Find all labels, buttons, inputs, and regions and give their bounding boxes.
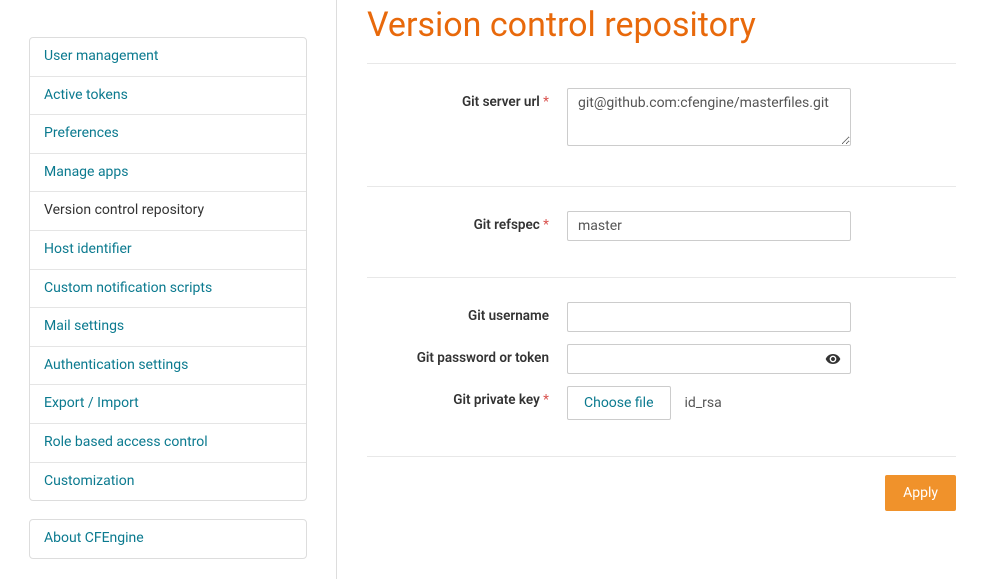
form-section-credentials: Git username Git password or token: [367, 278, 956, 456]
about-nav: About CFEngine: [29, 519, 307, 559]
sidebar-item-manage-apps[interactable]: Manage apps: [30, 154, 306, 193]
input-git-username[interactable]: [567, 302, 851, 332]
file-name-display: id_rsa: [685, 395, 722, 411]
settings-nav: User management Active tokens Preference…: [29, 37, 307, 501]
sidebar-item-export-import[interactable]: Export / Import: [30, 385, 306, 424]
sidebar-item-version-control[interactable]: Version control repository: [30, 192, 306, 231]
sidebar-item-preferences[interactable]: Preferences: [30, 115, 306, 154]
sidebar-item-rbac[interactable]: Role based access control: [30, 424, 306, 463]
form-section-refspec: Git refspec *: [367, 187, 956, 277]
label-git-private-key: Git private key *: [367, 386, 567, 408]
settings-sidebar: User management Active tokens Preference…: [0, 0, 337, 579]
form-row-git-private-key: Git private key * Choose file id_rsa: [367, 386, 956, 420]
sidebar-item-user-management[interactable]: User management: [30, 38, 306, 77]
input-git-refspec[interactable]: [567, 211, 851, 241]
sidebar-item-about[interactable]: About CFEngine: [30, 520, 306, 558]
sidebar-item-custom-notification[interactable]: Custom notification scripts: [30, 270, 306, 309]
sidebar-item-mail-settings[interactable]: Mail settings: [30, 308, 306, 347]
input-git-server-url[interactable]: git@github.com:cfengine/masterfiles.git: [567, 88, 851, 146]
eye-icon[interactable]: [825, 351, 841, 367]
sidebar-item-authentication[interactable]: Authentication settings: [30, 347, 306, 386]
choose-file-button[interactable]: Choose file: [567, 386, 671, 420]
page-title: Version control repository: [367, 5, 956, 45]
label-git-password: Git password or token: [367, 344, 567, 366]
label-git-refspec: Git refspec *: [367, 211, 567, 233]
form-row-git-password: Git password or token: [367, 344, 956, 374]
form-footer: Apply: [367, 457, 956, 511]
main-content: Version control repository Git server ur…: [337, 0, 981, 579]
form-section-server: Git server url * git@github.com:cfengine…: [367, 64, 956, 186]
apply-button[interactable]: Apply: [885, 475, 956, 511]
label-git-server-url: Git server url *: [367, 88, 567, 110]
form-row-git-username: Git username: [367, 302, 956, 332]
form-row-git-server-url: Git server url * git@github.com:cfengine…: [367, 88, 956, 150]
form-row-git-refspec: Git refspec *: [367, 211, 956, 241]
sidebar-item-customization[interactable]: Customization: [30, 463, 306, 501]
label-git-username: Git username: [367, 302, 567, 324]
sidebar-item-host-identifier[interactable]: Host identifier: [30, 231, 306, 270]
sidebar-item-active-tokens[interactable]: Active tokens: [30, 77, 306, 116]
input-git-password[interactable]: [567, 344, 851, 374]
